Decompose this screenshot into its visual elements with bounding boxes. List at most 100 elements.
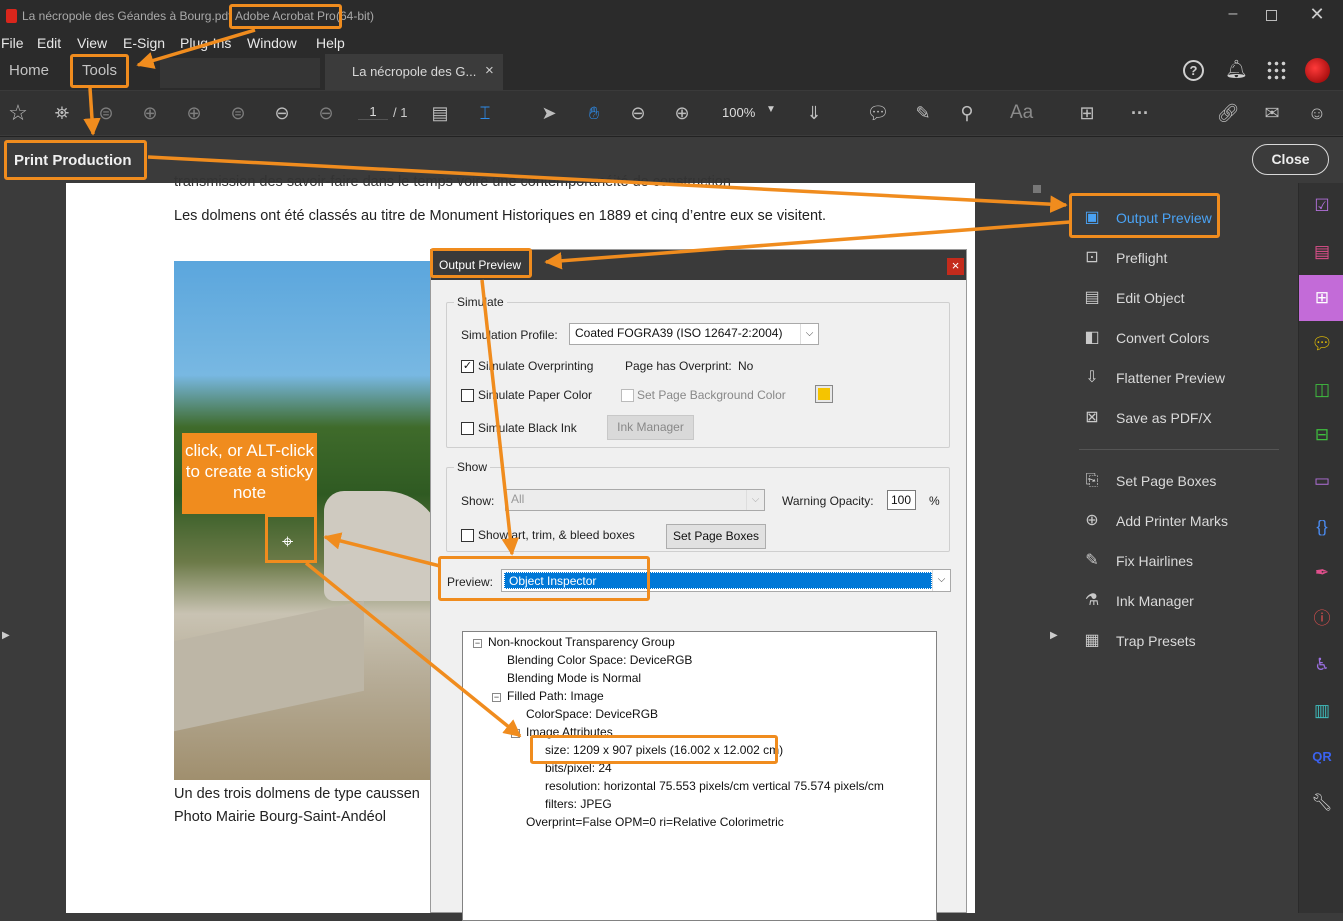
panel-item-output-preview[interactable]: ▣ Output Preview [1079, 202, 1294, 234]
tree-node[interactable]: ColorSpace: DeviceRGB [526, 707, 658, 721]
tree-node[interactable]: size: 1209 x 907 pixels (16.002 x 12.002… [545, 743, 783, 757]
fit-width-icon[interactable]: ⌶ [473, 101, 497, 125]
zoom-out-icon[interactable]: ⊖ [626, 101, 650, 125]
tab-document[interactable]: La nécropole des G... × [325, 54, 503, 90]
task-check-icon[interactable]: ☑ [1311, 195, 1333, 217]
simulate-paper-color-label[interactable]: Simulate Paper Color [478, 388, 592, 402]
share-user-icon[interactable]: ☺ [1305, 101, 1329, 125]
blurred-tab[interactable] [160, 58, 320, 88]
panel-item-fix-hairlines[interactable]: ✎ Fix Hairlines [1079, 545, 1294, 577]
warning-opacity-input[interactable]: 100 [887, 490, 916, 510]
select-cursor-icon[interactable]: ➤ [537, 101, 561, 125]
comment-tool-icon[interactable]: 💬︎ [1311, 333, 1333, 355]
forward-icon[interactable]: ⊖ [314, 101, 338, 125]
read-mode-icon[interactable]: ▤ [428, 101, 452, 125]
panel-item-flattener-preview[interactable]: ⇩ Flattener Preview [1079, 362, 1294, 394]
tree-node[interactable]: Overprint=False OPM=0 ri=Relative Colori… [526, 815, 784, 829]
scan-icon[interactable]: ⊟ [1311, 424, 1333, 446]
help-icon[interactable]: ? [1183, 60, 1204, 81]
simulate-black-ink-checkbox[interactable] [461, 422, 474, 435]
tab-close-icon[interactable]: × [485, 62, 494, 79]
panel-item-edit-object[interactable]: ▤ Edit Object [1079, 282, 1294, 314]
menu-file[interactable]: File [1, 35, 24, 51]
film-icon[interactable]: ▥ [1311, 700, 1333, 722]
simulate-paper-color-checkbox[interactable] [461, 389, 474, 402]
bookmark-star-icon[interactable]: ☆ [6, 101, 30, 125]
right-panel-toggle-icon[interactable]: ▶ [1050, 630, 1058, 641]
qr-code-icon[interactable]: QR [1311, 746, 1333, 768]
tree-node[interactable]: Non-knockout Transparency Group [488, 635, 675, 649]
set-page-boxes-button[interactable]: Set Page Boxes [666, 524, 766, 549]
page-number-input[interactable]: 1 [358, 104, 388, 120]
show-select[interactable]: All ⌵ [505, 489, 765, 511]
tree-node[interactable]: Filled Path: Image [507, 689, 604, 703]
menu-help[interactable]: Help [316, 35, 345, 51]
active-tool-highlight[interactable]: ⊞ [1299, 275, 1343, 321]
customize-wrench-icon[interactable]: 🔧︎ [1311, 792, 1333, 814]
sign-pen-icon[interactable]: ✒ [1311, 562, 1333, 584]
stamp-icon[interactable]: ⚲ [955, 101, 979, 125]
show-boxes-label[interactable]: Show art, trim, & bleed boxes [478, 528, 635, 542]
zoom-in-icon[interactable]: ⊕ [670, 101, 694, 125]
share-link-icon[interactable]: 🔗︎ [1216, 101, 1240, 125]
panel-item-preflight[interactable]: ⊡ Preflight [1079, 242, 1294, 274]
ink-manager-button[interactable]: Ink Manager [607, 415, 694, 440]
text-size-icon[interactable]: Aa [1010, 102, 1033, 124]
left-panel-toggle-icon[interactable]: ▶ [2, 630, 10, 641]
panel-item-convert-colors[interactable]: ◧ Convert Colors [1079, 322, 1294, 354]
comment-icon[interactable]: 💬︎ [866, 101, 890, 125]
menu-plugins[interactable]: Plug-Ins [180, 35, 231, 51]
close-window-icon[interactable]: ✕ [1307, 4, 1327, 24]
scrollbar[interactable] [1031, 183, 1043, 913]
simulate-overprinting-checkbox[interactable]: ✓ [461, 360, 474, 373]
hand-tool-icon[interactable]: ✋︎ [582, 101, 606, 125]
set-page-bg-checkbox[interactable] [621, 389, 634, 402]
panel-item-save-pdfx[interactable]: ⊠ Save as PDF/X [1079, 402, 1294, 434]
add-text-box-icon[interactable]: ⊞ [1075, 101, 1099, 125]
close-tool-button[interactable]: Close [1252, 144, 1329, 175]
tree-node[interactable]: filters: JPEG [545, 797, 612, 811]
collapse-icon[interactable]: − [511, 729, 520, 738]
panel-item-trap-presets[interactable]: ▦ Trap Presets [1079, 625, 1294, 657]
export-pdf-icon[interactable]: ▭ [1311, 470, 1333, 492]
find-binoculars-icon[interactable]: ⛯ [50, 101, 74, 125]
email-icon[interactable]: ✉ [1260, 101, 1284, 125]
tree-node[interactable]: Blending Mode is Normal [507, 671, 641, 685]
tree-node[interactable]: Image Attributes [526, 725, 613, 739]
last-page-icon[interactable]: ⊜ [226, 101, 250, 125]
back-icon[interactable]: ⊖ [270, 101, 294, 125]
menu-view[interactable]: View [77, 35, 107, 51]
menu-window[interactable]: Window [247, 35, 297, 51]
tree-node[interactable]: resolution: horizontal 75.553 pixels/cm … [545, 779, 884, 793]
compare-icon[interactable]: ◫ [1311, 379, 1333, 401]
scrollbar-thumb[interactable] [1033, 185, 1041, 193]
first-page-icon[interactable]: ⊜ [94, 101, 118, 125]
tree-node[interactable]: bits/pixel: 24 [545, 761, 612, 775]
zoom-level-select[interactable]: 100% [722, 105, 755, 120]
dialog-close-icon[interactable]: × [947, 258, 964, 275]
next-page-icon[interactable]: ⊕ [182, 101, 206, 125]
panel-item-add-printer-marks[interactable]: ⊕ Add Printer Marks [1079, 505, 1294, 537]
tab-tools[interactable]: Tools [82, 62, 117, 79]
more-tools-icon[interactable]: ··· [1128, 101, 1152, 125]
collapse-icon[interactable]: − [492, 693, 501, 702]
minimize-icon[interactable]: – [1223, 5, 1243, 25]
highlight-pen-icon[interactable]: ✎ [911, 101, 935, 125]
dialog-title-bar[interactable]: Output Preview × [431, 250, 966, 280]
menu-edit[interactable]: Edit [37, 35, 61, 51]
panel-item-set-page-boxes[interactable]: ⎘ Set Page Boxes [1079, 465, 1294, 497]
tab-home[interactable]: Home [9, 62, 49, 79]
avatar[interactable] [1305, 58, 1330, 83]
prev-page-icon[interactable]: ⊕ [138, 101, 162, 125]
maximize-icon[interactable] [1266, 10, 1277, 21]
bell-icon[interactable]: 🔔︎ [1225, 59, 1248, 80]
preview-select[interactable]: Object Inspector ⌵ [501, 569, 951, 592]
panel-item-ink-manager[interactable]: ⚗ Ink Manager [1079, 585, 1294, 617]
collapse-icon[interactable]: − [473, 639, 482, 648]
code-icon[interactable]: {} [1311, 516, 1333, 538]
protect-info-icon[interactable]: ⓘ [1311, 608, 1333, 630]
organize-pages-icon[interactable]: ▤ [1311, 241, 1333, 263]
simulate-black-ink-label[interactable]: Simulate Black Ink [478, 421, 577, 435]
show-boxes-checkbox[interactable] [461, 529, 474, 542]
object-inspector-tree[interactable]: − Non-knockout Transparency Group Blendi… [462, 631, 937, 921]
